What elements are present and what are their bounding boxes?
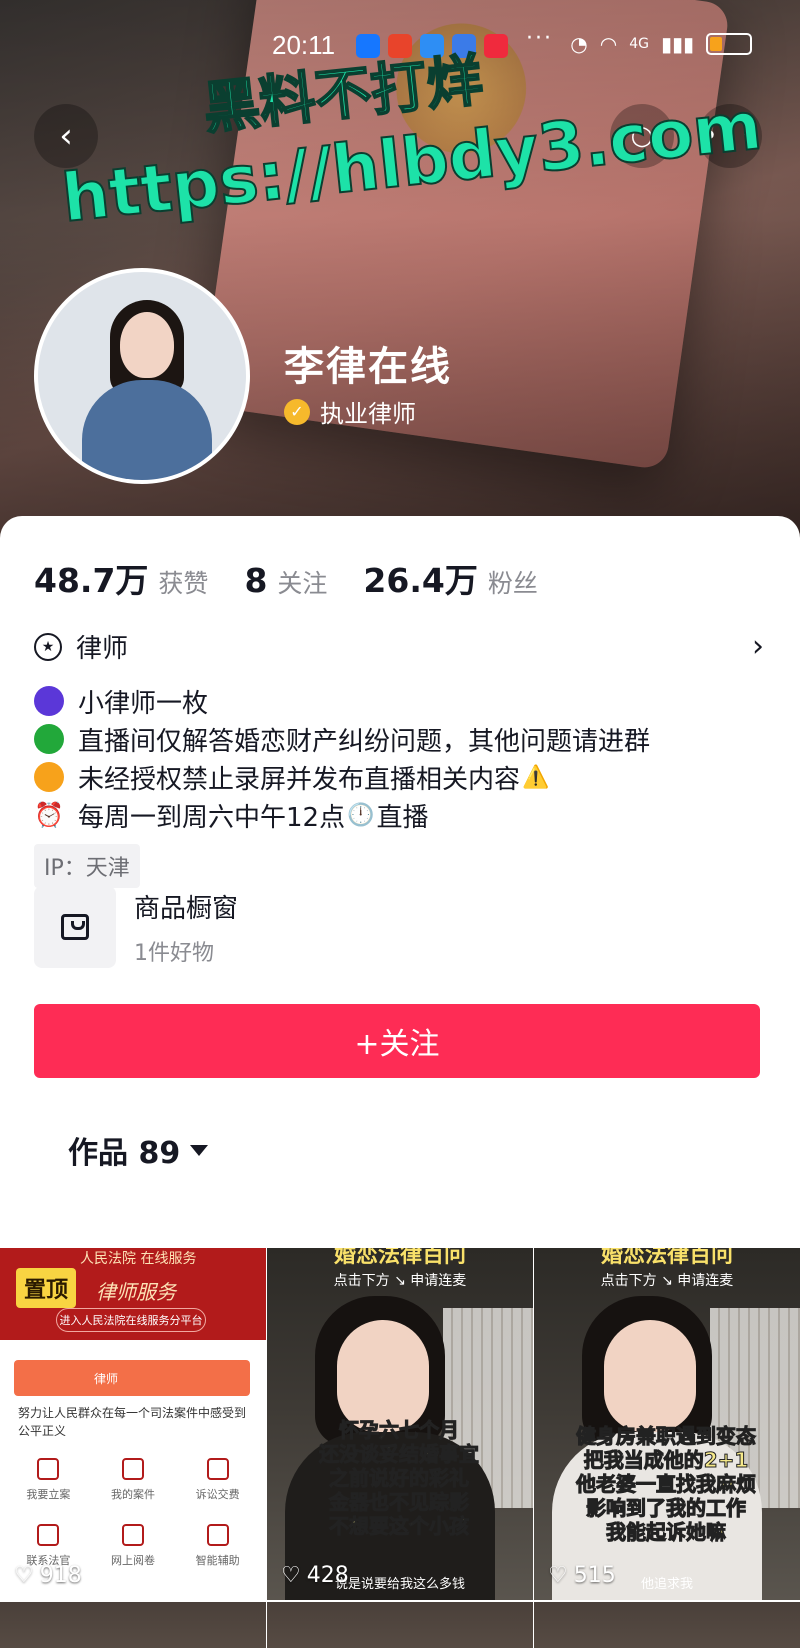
profile-name: 李律在线 <box>284 344 452 390</box>
caret-down-icon <box>190 1144 209 1156</box>
caption-line: 把我当成他的2+1 <box>583 1448 749 1473</box>
profile-stats: 48.7万 获赞 8 关注 26.4万 粉丝 <box>34 554 574 602</box>
shop-title: 商品橱窗 <box>134 893 239 924</box>
caption-line: 还没谈妥结婚事宜 <box>319 1442 480 1467</box>
avatar[interactable] <box>34 268 250 484</box>
like-count-value: 515 <box>573 1563 616 1588</box>
bio-line: ⏰ 每周一到周六中午12点 🕛 直播 <box>34 796 774 834</box>
chevron-right-icon: › <box>752 629 764 664</box>
video-thumbnail[interactable]: 婚恋法律百问 点击下方 ↘ 申请连麦 怀孕六七个月 还没谈妥结婚事宜 之前说好的… <box>267 1248 533 1600</box>
clock-icon: 🕛 <box>347 802 375 828</box>
video-thumbnail[interactable] <box>267 1602 533 1648</box>
thumb-menu-item: 智能辅助 <box>175 1524 260 1568</box>
stat-label: 获赞 <box>158 569 209 598</box>
alarm-clock-icon: ⏰ <box>34 801 64 829</box>
thumb-card: 律师 <box>14 1360 250 1396</box>
thumb-menu-label: 智能辅助 <box>195 1554 240 1567</box>
stat-value: 48.7万 <box>34 561 149 600</box>
warning-icon: ⚠️ <box>522 764 550 790</box>
heart-icon: ♡ <box>281 1563 301 1588</box>
stat-value: 8 <box>244 561 268 600</box>
bio-line: 未经授权禁止录屏并发布直播相关内容 ⚠️ <box>34 758 774 796</box>
thumb-banner: 婚恋法律百问 <box>600 1248 733 1268</box>
heart-icon: ♡ <box>548 1563 568 1588</box>
caption-line: 影响到了我的工作 <box>586 1496 747 1521</box>
stat-value: 26.4万 <box>363 561 478 600</box>
tab-works[interactable]: 作品 89 <box>68 1128 209 1172</box>
shop-subtitle: 1件好物 <box>134 940 214 966</box>
thumb-note: 努力让人民群众在每一个司法案件中感受到公平正义 <box>18 1406 247 1438</box>
follow-button[interactable]: +关注 <box>34 1004 760 1078</box>
bio-text: 直播间仅解答婚恋财产纠纷问题，其他问题请进群 <box>78 726 651 757</box>
orange-circle-icon <box>34 762 64 792</box>
thumb-menu-label: 我的案件 <box>110 1488 155 1501</box>
verification-badge: ✓ 执业律师 <box>284 394 416 429</box>
profile-cover: 20:11 ··· ◔ ◠ 4G ▮▮▮ ‹ ○ ••• 黑料不打烊 https… <box>0 0 800 540</box>
like-count: ♡ 918 <box>14 1563 82 1588</box>
stat-label: 粉丝 <box>487 569 538 598</box>
verification-label: 执业律师 <box>320 400 416 428</box>
pinned-badge: 置顶 <box>16 1268 77 1308</box>
thumb-menu-label: 诉讼交费 <box>195 1488 240 1501</box>
thumb-entry: 进入人民法院在线服务分平台 <box>56 1308 206 1332</box>
caption-line: 金器也不见踪影 <box>329 1490 470 1515</box>
ip-location-tag: IP：天津 <box>34 844 140 888</box>
thumb-menu-item: 我的案件 <box>91 1458 176 1502</box>
thumb-subbanner: 点击下方 ↘ 申请连麦 <box>600 1273 734 1289</box>
stat-likes[interactable]: 48.7万 获赞 <box>34 554 208 602</box>
caption-line: 我能起诉她嘛 <box>606 1520 727 1545</box>
caption-line: 之前说好的彩礼 <box>329 1466 470 1491</box>
green-circle-icon <box>34 724 64 754</box>
shopping-bag-icon <box>34 886 116 968</box>
bio-text: 未经授权禁止录屏并发布直播相关内容 <box>78 764 521 795</box>
purple-circle-icon <box>34 686 64 716</box>
stat-following[interactable]: 8 关注 <box>244 561 327 600</box>
bio-text: 每周一到周六中午12点 <box>78 802 346 833</box>
thumb-menu-item: 联系法官 <box>6 1524 91 1568</box>
like-count-value: 428 <box>306 1563 349 1588</box>
bio: 小律师一枚 直播间仅解答婚恋财产纠纷问题，其他问题请进群 未经授权禁止录屏并发布… <box>34 682 774 834</box>
video-grid: 人民法院 在线服务 置顶 律师服务 进入人民法院在线服务分平台 律师 努力让人民… <box>0 1248 800 1648</box>
thumb-menu-label: 网上阅卷 <box>110 1554 155 1567</box>
thumb-menu-item: 网上阅卷 <box>91 1524 176 1568</box>
shop-window[interactable]: 商品橱窗 1件好物 <box>34 886 764 968</box>
thumb-menu: 我要立案 我的案件 诉讼交费 联系法官 网上阅卷 智能辅助 <box>6 1458 260 1568</box>
thumb-menu-item: 我要立案 <box>6 1458 91 1502</box>
thumb-menu-label: 我要立案 <box>26 1488 71 1501</box>
thumb-service: 律师服务 <box>96 1280 176 1304</box>
role-row[interactable]: ★ 律师 › <box>34 628 764 665</box>
video-thumbnail[interactable]: 人民法院 在线服务 置顶 律师服务 进入人民法院在线服务分平台 律师 努力让人民… <box>0 1248 266 1600</box>
like-count: ♡ 428 <box>281 1563 349 1588</box>
stat-label: 关注 <box>277 569 328 598</box>
bio-line: 直播间仅解答婚恋财产纠纷问题，其他问题请进群 <box>34 720 774 758</box>
like-count: ♡ 515 <box>548 1563 616 1588</box>
caption-line: 怀孕六七个月 <box>339 1418 460 1443</box>
video-thumbnail[interactable]: 婚恋法律百问 点击下方 ↘ 申请连麦 健身房兼职遇到变态 把我当成他的2+1 他… <box>534 1248 800 1600</box>
thumb-header: 人民法院 在线服务 <box>80 1251 197 1267</box>
thumb-banner: 婚恋法律百问 <box>333 1248 466 1268</box>
stat-followers[interactable]: 26.4万 粉丝 <box>363 554 537 602</box>
caption-line: 健身房兼职遇到变态 <box>576 1424 757 1449</box>
bio-text-tail: 直播 <box>376 802 429 833</box>
verified-check-icon: ✓ <box>284 398 310 425</box>
video-thumbnail[interactable] <box>0 1602 266 1648</box>
thumb-subbanner: 点击下方 ↘ 申请连麦 <box>333 1273 467 1289</box>
badge-icon: ★ <box>34 632 62 661</box>
bio-text: 小律师一枚 <box>78 688 209 719</box>
thumb-menu-item: 诉讼交费 <box>175 1458 260 1502</box>
caption-line: 不想要这个小孩 <box>329 1514 470 1539</box>
works-tab-label: 作品 89 <box>68 1136 181 1171</box>
like-count-value: 918 <box>39 1563 82 1588</box>
video-thumbnail[interactable] <box>534 1602 800 1648</box>
bio-line: 小律师一枚 <box>34 682 774 720</box>
role-label: 律师 <box>76 634 129 664</box>
thumb-card-role: 律师 <box>94 1371 119 1386</box>
caption-line: 他老婆一直找我麻烦 <box>576 1472 757 1497</box>
heart-icon: ♡ <box>14 1563 34 1588</box>
